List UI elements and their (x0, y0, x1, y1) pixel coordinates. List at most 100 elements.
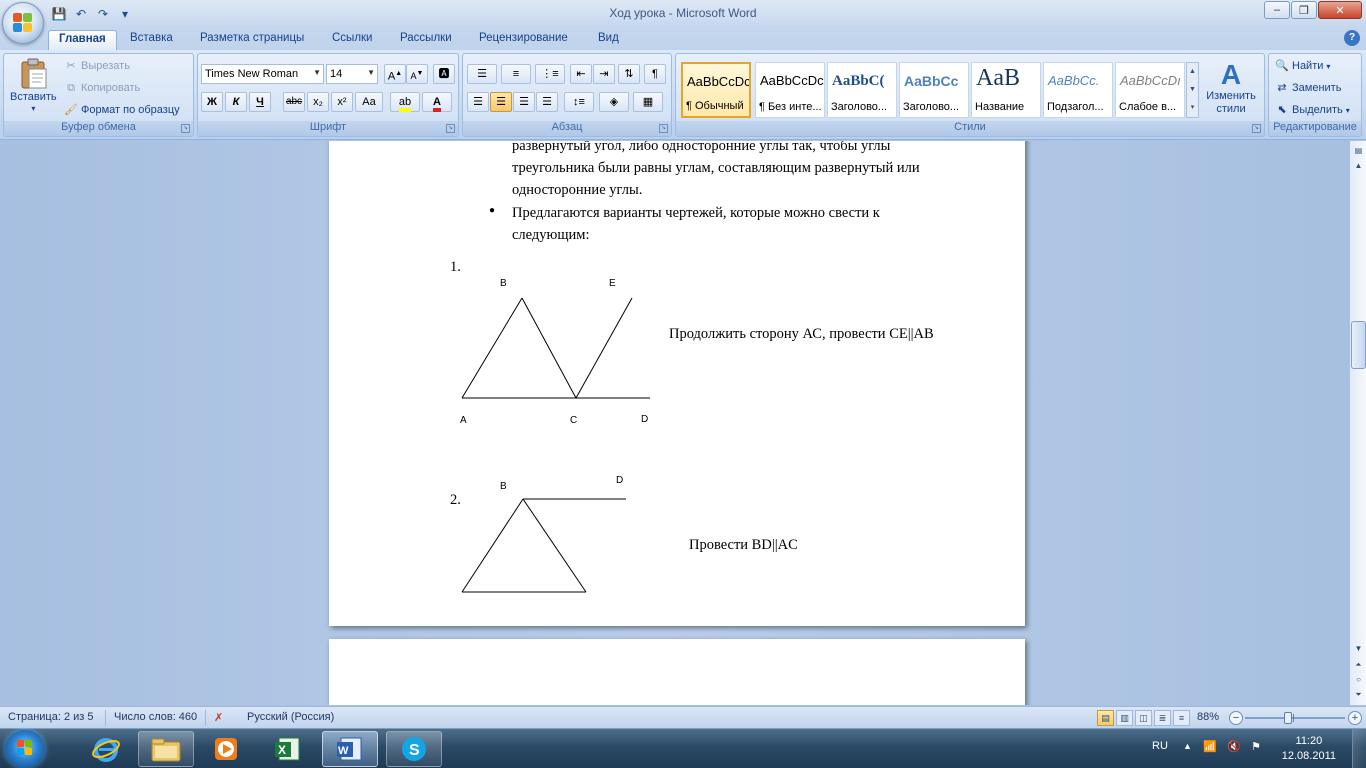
network-icon[interactable]: 📶 (1203, 740, 1217, 768)
page[interactable]: развернутый угол, либо односторонние угл… (329, 141, 1025, 626)
paragraph-launcher-icon[interactable]: ↘ (659, 124, 668, 133)
view-draft-icon[interactable]: ≡ (1173, 710, 1190, 726)
style-subtitle[interactable]: AaBbCc. Подзагол... (1043, 62, 1113, 118)
decrease-indent-button[interactable]: ⇤ (570, 64, 592, 84)
change-case-button[interactable]: Aa (355, 92, 383, 112)
taskbar-excel[interactable]: X (260, 731, 316, 767)
align-right-button[interactable]: ☰ (513, 92, 535, 112)
styles-launcher-icon[interactable]: ↘ (1252, 124, 1261, 133)
line-spacing-button[interactable]: ↕≡ (564, 92, 594, 112)
scroll-up-icon[interactable]: ▲ (1351, 158, 1366, 173)
taskbar-word[interactable]: W (322, 731, 378, 767)
format-painter-button[interactable]: 🖌 Формат по образцу (64, 103, 180, 117)
maximize-button[interactable]: ❐ (1291, 1, 1317, 19)
minimize-button[interactable]: – (1264, 1, 1290, 19)
copy-button[interactable]: ⧉ Копировать (64, 81, 140, 95)
tab-view[interactable]: Вид (588, 30, 629, 50)
tab-page-layout[interactable]: Разметка страницы (190, 30, 314, 50)
font-color-button[interactable]: A (422, 92, 452, 112)
subscript-button[interactable]: x₂ (307, 92, 329, 112)
style-no-spacing[interactable]: AaBbCcDc ¶ Без инте... (755, 62, 825, 118)
bullets-button[interactable]: ☰ (467, 64, 497, 84)
document-area[interactable]: развернутый угол, либо односторонние угл… (0, 141, 1349, 705)
show-desktop-button[interactable] (1352, 729, 1366, 768)
browse-object-icon[interactable]: ○ (1351, 672, 1366, 687)
ruler-toggle-icon[interactable]: ▤ (1351, 143, 1366, 158)
zoom-slider-track[interactable] (1245, 717, 1345, 719)
action-center-icon[interactable]: ⚑ (1251, 740, 1261, 768)
style-heading-2[interactable]: AaBbCc Заголово... (899, 62, 969, 118)
spelling-check-icon[interactable]: ✗ (214, 711, 223, 724)
styles-gallery-scroll[interactable]: ▲ ▼ ▾ (1186, 62, 1199, 118)
shrink-font-button[interactable]: A▼ (406, 64, 428, 84)
grow-font-button[interactable]: A▲ (384, 64, 406, 84)
zoom-out-icon[interactable]: − (1229, 711, 1243, 725)
align-center-button[interactable]: ☰ (490, 92, 512, 112)
taskbar-file-explorer[interactable] (138, 731, 194, 767)
vertical-scrollbar[interactable]: ▤ ▲ ▼ ⏶ ○ ⏷ (1349, 141, 1366, 705)
scroll-down-icon[interactable]: ▼ (1351, 641, 1366, 656)
start-button[interactable] (5, 730, 45, 768)
bold-button[interactable]: Ж (201, 92, 223, 112)
font-size-combo[interactable]: 14 ▼ (326, 64, 378, 84)
style-heading-1[interactable]: AaBbC( Заголово... (827, 62, 897, 118)
justify-button[interactable]: ☰ (536, 92, 558, 112)
superscript-button[interactable]: x² (331, 92, 353, 112)
tab-references[interactable]: Ссылки (322, 30, 383, 50)
tab-mailings[interactable]: Рассылки (390, 30, 462, 50)
underline-button[interactable]: Ч (249, 92, 271, 112)
close-button[interactable]: ✕ (1318, 1, 1362, 19)
input-language[interactable]: RU (1152, 740, 1168, 768)
sort-button[interactable]: ⇅ (618, 64, 640, 84)
paste-button[interactable]: Вставить ▾ (10, 58, 57, 113)
replace-button[interactable]: ⇄ Заменить (1275, 81, 1341, 95)
office-button[interactable] (2, 2, 44, 44)
style-normal[interactable]: AaBbCcDc ¶ Обычный (681, 62, 751, 118)
font-name-combo[interactable]: Times New Roman ▼ (201, 64, 324, 84)
help-icon[interactable]: ? (1344, 30, 1360, 46)
separator (105, 710, 106, 726)
zoom-level[interactable]: 88% (1197, 711, 1219, 723)
zoom-in-icon[interactable]: + (1348, 711, 1362, 725)
borders-button[interactable]: ▦ (633, 92, 663, 112)
numbering-button[interactable]: ≡ (501, 64, 531, 84)
shading-button[interactable]: ◈ (599, 92, 629, 112)
clock[interactable]: 11:20 12.08.2011 (1282, 734, 1336, 764)
font-launcher-icon[interactable]: ↘ (446, 124, 455, 133)
increase-indent-button[interactable]: ⇥ (593, 64, 615, 84)
style-subtle-emphasis[interactable]: AaBbCcDı Слабое в... (1115, 62, 1185, 118)
scroll-thumb[interactable] (1351, 321, 1366, 369)
find-button[interactable]: 🔍 Найти ▾ (1275, 59, 1330, 73)
page[interactable] (329, 639, 1025, 705)
highlight-button[interactable]: ab (390, 92, 420, 112)
multilevel-list-button[interactable]: ⋮≡ (535, 64, 565, 84)
view-web-icon[interactable]: ◫ (1135, 710, 1152, 726)
tab-review[interactable]: Рецензирование (469, 30, 578, 50)
clear-formatting-button[interactable]: 🅰 (433, 64, 455, 84)
style-title[interactable]: AaB Название (971, 62, 1041, 118)
tab-insert[interactable]: Вставка (120, 30, 183, 50)
word-count[interactable]: Число слов: 460 (114, 711, 197, 723)
show-marks-button[interactable]: ¶ (644, 64, 666, 84)
select-button[interactable]: ⬉ Выделить ▾ (1275, 103, 1349, 117)
page-indicator[interactable]: Страница: 2 из 5 (8, 711, 94, 723)
tab-home[interactable]: Главная (48, 30, 117, 50)
show-hidden-icons[interactable]: ▲ (1183, 741, 1192, 768)
taskbar-internet-explorer[interactable] (78, 731, 134, 767)
next-page-icon[interactable]: ⏷ (1351, 687, 1366, 702)
view-outline-icon[interactable]: ≣ (1154, 710, 1171, 726)
language-indicator[interactable]: Русский (Россия) (247, 711, 334, 723)
zoom-slider-thumb[interactable] (1284, 712, 1292, 724)
strikethrough-button[interactable]: abc (283, 92, 305, 112)
previous-page-icon[interactable]: ⏶ (1351, 657, 1366, 672)
change-styles-button[interactable]: A Изменить стили (1204, 60, 1258, 116)
view-reading-icon[interactable]: ▥ (1116, 710, 1133, 726)
taskbar-media-player[interactable] (198, 731, 254, 767)
italic-button[interactable]: К (225, 92, 247, 112)
taskbar-skype[interactable]: S (386, 731, 442, 767)
align-left-button[interactable]: ☰ (467, 92, 489, 112)
view-print-layout-icon[interactable]: ▤ (1097, 710, 1114, 726)
cut-button[interactable]: ✂ Вырезать (64, 59, 130, 73)
volume-icon[interactable]: 🔇 (1227, 740, 1241, 768)
clipboard-launcher-icon[interactable]: ↘ (181, 124, 190, 133)
